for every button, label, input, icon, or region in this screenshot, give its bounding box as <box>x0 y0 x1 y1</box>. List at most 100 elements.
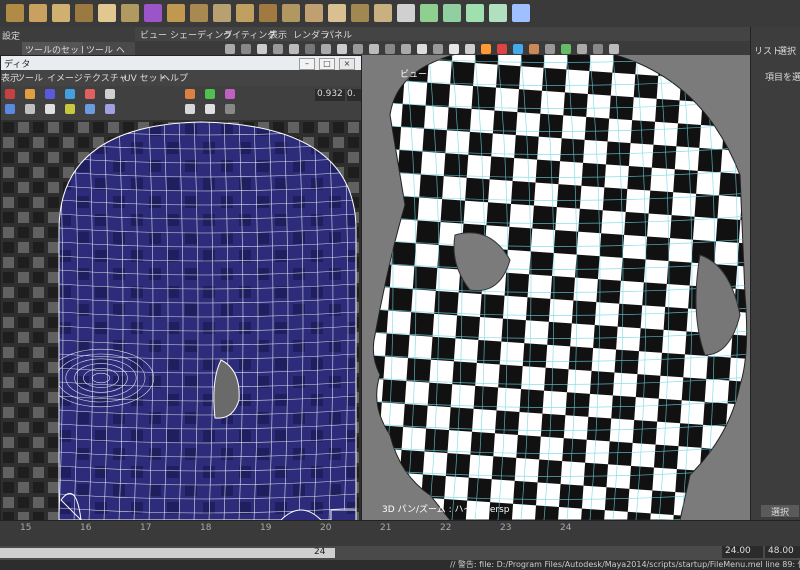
uv-tool-icon[interactable] <box>105 89 115 99</box>
shelf-tool-icon[interactable] <box>52 4 70 22</box>
uv-tool-icon[interactable] <box>205 89 215 99</box>
viewport-tool-icon[interactable] <box>593 44 603 54</box>
uv-tool-icon[interactable] <box>5 89 15 99</box>
viewport-tool-icon[interactable] <box>609 44 619 54</box>
minimize-button[interactable]: – <box>299 58 315 70</box>
shelf-tool-icon[interactable] <box>259 4 277 22</box>
viewport-tool-icon[interactable] <box>273 44 283 54</box>
uv-tool-icon[interactable] <box>5 104 15 114</box>
uv-tool-icon[interactable] <box>25 104 35 114</box>
viewport-tool-icon[interactable] <box>577 44 587 54</box>
uv-menu-texture[interactable]: テクスチャ <box>83 71 128 84</box>
viewport-tool-icon[interactable] <box>417 44 427 54</box>
uv-value-field[interactable]: 0.932 <box>315 89 345 101</box>
viewport-tool-icon[interactable] <box>545 44 555 54</box>
shelf-tool-icon[interactable] <box>374 4 392 22</box>
menu-renderer[interactable]: レンダラ <box>293 28 329 41</box>
uv-tool-icon[interactable] <box>185 89 195 99</box>
menu-view[interactable]: ビュー <box>140 28 167 41</box>
timeline-tick: 24 <box>560 523 572 533</box>
time-slider[interactable]: 15 16 17 18 19 20 21 22 23 24 <box>0 520 800 547</box>
shelf-tool-icon[interactable] <box>236 4 254 22</box>
shelf-tool-icon[interactable] <box>420 4 438 22</box>
uv-tool-icon[interactable] <box>25 89 35 99</box>
timeline-tick: 15 <box>20 523 32 533</box>
uv-tool-icon[interactable] <box>85 89 95 99</box>
range-end-field[interactable]: 24.00 <box>722 546 763 558</box>
viewport-tool-icon[interactable] <box>225 44 235 54</box>
uv-canvas[interactable] <box>1 120 361 536</box>
shelf-tool-icon[interactable] <box>167 4 185 22</box>
shelf-tool-icon[interactable] <box>121 4 139 22</box>
viewport-tool-icon[interactable] <box>433 44 443 54</box>
menu-panels[interactable]: パネル <box>325 28 352 41</box>
shelf-tool-icon[interactable] <box>443 4 461 22</box>
shelf-tool-icon[interactable] <box>489 4 507 22</box>
select-button[interactable]: 選択 <box>761 505 799 518</box>
uv-tool-icon[interactable] <box>105 104 115 114</box>
uv-menubar: 表示 ツール イメージ テクスチャ UV セット ヘルプ <box>1 70 361 86</box>
timeline-tick: 16 <box>80 523 92 533</box>
uv-menu-help[interactable]: ヘルプ <box>161 71 188 84</box>
timeline-tick: 21 <box>380 523 392 533</box>
shelf-tool-icon[interactable] <box>213 4 231 22</box>
perspective-viewport[interactable]: ビュー ボ 3D パン/ズーム : ハイド persp <box>360 55 750 520</box>
uv-value-field-2[interactable]: 0. <box>347 89 361 101</box>
viewport-tool-icon[interactable] <box>369 44 379 54</box>
viewport-hud-bottom: 3D パン/ズーム : ハイド persp <box>382 505 510 515</box>
shelf-tool-icon[interactable] <box>144 4 162 22</box>
uv-texture-editor: ディタ – □ × 表示 ツール イメージ テクスチャ UV セット ヘルプ 0… <box>0 55 362 537</box>
menu-show[interactable]: 表示 <box>269 28 287 41</box>
uv-tool-icon[interactable] <box>65 89 75 99</box>
viewport-tool-icon[interactable] <box>513 44 523 54</box>
viewport-tool-icon[interactable] <box>481 44 491 54</box>
viewport-tool-icon[interactable] <box>385 44 395 54</box>
viewport-tool-icon[interactable] <box>401 44 411 54</box>
shelf-tool-icon[interactable] <box>328 4 346 22</box>
viewport-tool-icon[interactable] <box>337 44 347 54</box>
range-bar[interactable] <box>0 548 335 558</box>
viewport-tool-icon[interactable] <box>257 44 267 54</box>
shelf-tool-icon[interactable] <box>282 4 300 22</box>
uv-tool-icon[interactable] <box>225 104 235 114</box>
viewport-tool-icon[interactable] <box>497 44 507 54</box>
shelf-tool-icon[interactable] <box>397 4 415 22</box>
uv-tool-icon[interactable] <box>85 104 95 114</box>
shelf-tool-icon[interactable] <box>305 4 323 22</box>
shelf-tool-icon[interactable] <box>512 4 530 22</box>
shelf-tool-icon[interactable] <box>6 4 24 22</box>
maximize-button[interactable]: □ <box>319 58 335 70</box>
viewport-tool-icon[interactable] <box>241 44 251 54</box>
shelf-tool-icon[interactable] <box>351 4 369 22</box>
shelf-tool-icon[interactable] <box>29 4 47 22</box>
viewport-tool-icon[interactable] <box>289 44 299 54</box>
range-end-field-2[interactable]: 48.00 <box>765 546 800 558</box>
shelf-tool-icon[interactable] <box>98 4 116 22</box>
tab-select[interactable]: 選択 <box>778 44 796 57</box>
shelf-tool-icon[interactable] <box>190 4 208 22</box>
shelf-tool-icon[interactable] <box>466 4 484 22</box>
range-current: 24 <box>314 547 326 557</box>
uv-tool-icon[interactable] <box>65 104 75 114</box>
command-line[interactable]: // 警告: file: D:/Program Files/Autodesk/M… <box>0 560 800 570</box>
viewport-tool-icon[interactable] <box>529 44 539 54</box>
viewport-tool-icon[interactable] <box>305 44 315 54</box>
viewport-tool-icon[interactable] <box>353 44 363 54</box>
uv-tool-icon[interactable] <box>185 104 195 114</box>
uv-tool-icon[interactable] <box>225 89 235 99</box>
uv-menu-tools[interactable]: ツール <box>16 71 43 84</box>
tab-list[interactable]: リスト <box>754 44 781 57</box>
viewport-tool-icon[interactable] <box>321 44 331 54</box>
close-button[interactable]: × <box>339 58 355 70</box>
shelf <box>0 0 800 28</box>
uv-tool-icon[interactable] <box>45 104 55 114</box>
uv-menu-image[interactable]: イメージ <box>47 71 83 84</box>
shelf-tool-icon[interactable] <box>75 4 93 22</box>
viewport-tool-icon[interactable] <box>465 44 475 54</box>
viewport-tool-icon[interactable] <box>561 44 571 54</box>
uv-tool-icon[interactable] <box>45 89 55 99</box>
uv-toolbar: 0.932 0. <box>1 86 361 121</box>
viewport-tool-icon[interactable] <box>449 44 459 54</box>
outliner-item: 項目を選 <box>765 73 800 83</box>
uv-tool-icon[interactable] <box>205 104 215 114</box>
